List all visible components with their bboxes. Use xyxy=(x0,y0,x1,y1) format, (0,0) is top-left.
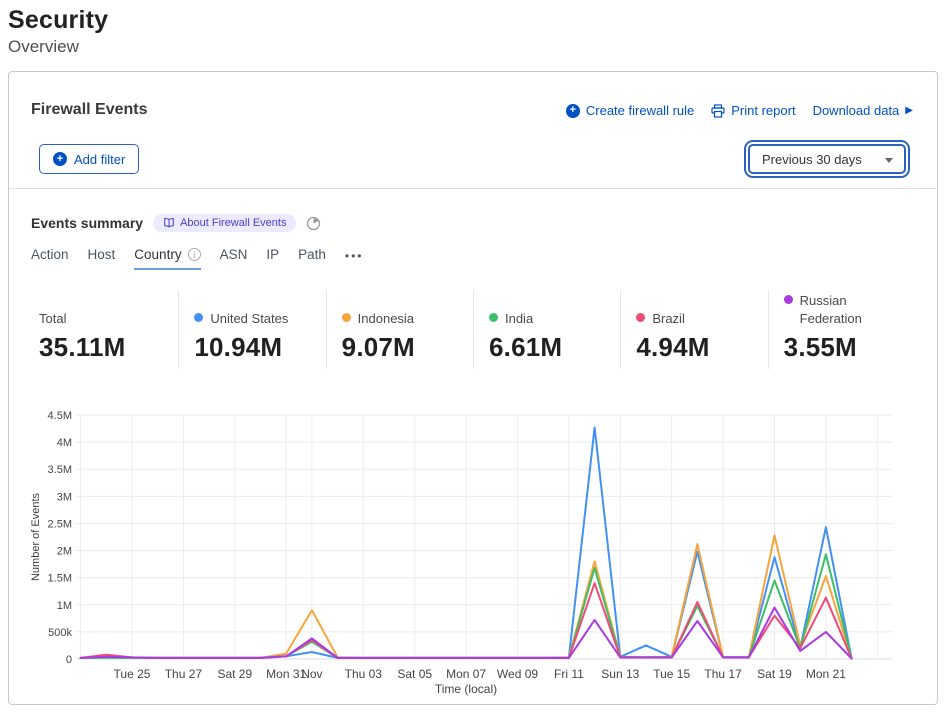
x-tick-label: Sat 19 xyxy=(757,667,792,681)
y-tick-label: 1M xyxy=(57,600,72,612)
events-summary-title: Events summary xyxy=(31,215,143,231)
page-title: Security xyxy=(8,6,942,35)
series-dot xyxy=(636,313,645,322)
stat-label: Indonesia xyxy=(358,310,414,328)
y-tick-label: 2.5M xyxy=(48,519,72,531)
stat-brazil: Brazil 4.94M xyxy=(620,290,767,369)
x-tick-label: Tue 15 xyxy=(653,667,690,681)
y-tick-label: 3M xyxy=(57,491,72,503)
stat-label: India xyxy=(505,310,533,328)
y-tick-label: 500k xyxy=(48,627,72,639)
series-dot xyxy=(194,313,203,322)
stat-value: 4.94M xyxy=(636,332,759,363)
tabs-overflow-button[interactable]: ••• xyxy=(345,249,364,269)
tab-asn[interactable]: ASN xyxy=(220,247,248,270)
add-filter-button[interactable]: + Add filter xyxy=(39,144,139,174)
stat-russian-federation: Russian Federation 3.55M xyxy=(768,290,915,369)
download-data-label: Download data xyxy=(813,103,900,118)
x-tick-label: Sat 05 xyxy=(397,667,432,681)
create-firewall-rule-label: Create firewall rule xyxy=(586,103,694,118)
stats-row: Total 35.11M United States 10.94M Indone… xyxy=(31,290,915,369)
stat-label: Brazil xyxy=(652,310,685,328)
y-tick-label: 1.5M xyxy=(48,573,72,585)
plus-circle-icon: + xyxy=(53,152,67,166)
printer-icon xyxy=(711,104,725,118)
page-subtitle: Overview xyxy=(8,37,942,57)
stat-value: 9.07M xyxy=(342,332,465,363)
x-tick-label: Mon 21 xyxy=(806,667,846,681)
x-tick-label: Tue 25 xyxy=(114,667,151,681)
create-firewall-rule-link[interactable]: + Create firewall rule xyxy=(566,103,694,118)
panel-title: Firewall Events xyxy=(31,101,148,119)
about-firewall-events-badge[interactable]: About Firewall Events xyxy=(153,214,296,232)
time-range-value: Previous 30 days xyxy=(762,152,862,167)
tab-ip[interactable]: IP xyxy=(266,247,279,270)
badge-label: About Firewall Events xyxy=(180,217,286,229)
tab-country-label: Country xyxy=(134,247,181,262)
events-summary-tabs: Action Host Country i ASN IP Path ••• xyxy=(9,232,937,270)
stat-india: India 6.61M xyxy=(473,290,620,369)
plus-circle-icon: + xyxy=(566,104,580,118)
series-dot xyxy=(342,313,351,322)
x-tick-label: Thu 27 xyxy=(165,667,203,681)
download-data-link[interactable]: Download data ▶ xyxy=(813,103,913,118)
x-tick-label: Mon 07 xyxy=(446,667,486,681)
info-icon[interactable]: i xyxy=(188,248,201,261)
events-chart-container: 0 500k 1M 1.5M 2M 2.5M 3M 3.5M 4M 4.5M Tue 25 Thu … xyxy=(12,395,937,697)
expand-arrow-icon: ▶ xyxy=(905,105,913,116)
y-tick-label: 0 xyxy=(66,654,72,666)
time-range-dropdown[interactable]: Previous 30 days xyxy=(748,144,906,174)
page-header: Security Overview xyxy=(0,0,950,57)
x-tick-label: Thu 17 xyxy=(704,667,742,681)
add-filter-label: Add filter xyxy=(74,152,125,167)
tab-path[interactable]: Path xyxy=(298,247,326,270)
y-tick-label: 4.5M xyxy=(48,410,72,422)
x-tick-label: Sun 13 xyxy=(601,667,639,681)
x-axis-tick-labels: Tue 25Thu 27Sat 29Mon 31NovThu 03Sat 05M… xyxy=(114,667,847,681)
y-tick-label: 3.5M xyxy=(48,464,72,476)
panel-actions: + Create firewall rule Print report Down… xyxy=(566,103,913,118)
stat-value: 6.61M xyxy=(489,332,612,363)
stat-label: Russian Federation xyxy=(800,292,907,327)
stat-total: Total 35.11M xyxy=(31,290,178,369)
print-report-label: Print report xyxy=(731,103,795,118)
series-dot xyxy=(489,313,498,322)
x-axis-title: Time (local) xyxy=(435,682,497,696)
firewall-events-panel: Firewall Events + Create firewall rule P… xyxy=(8,71,938,705)
stat-label: United States xyxy=(210,310,288,328)
events-line-chart: 0 500k 1M 1.5M 2M 2.5M 3M 3.5M 4M 4.5M Tue 25 Thu … xyxy=(12,395,902,697)
print-report-link[interactable]: Print report xyxy=(711,103,795,118)
y-tick-label: 2M xyxy=(57,546,72,558)
x-tick-label: Fri 11 xyxy=(554,667,584,681)
chevron-down-icon xyxy=(885,158,893,163)
stat-value: 35.11M xyxy=(39,332,170,363)
tab-action[interactable]: Action xyxy=(31,247,69,270)
stat-value: 10.94M xyxy=(194,332,317,363)
x-tick-label: Thu 03 xyxy=(345,667,383,681)
y-axis-tick-labels: 0 500k 1M 1.5M 2M 2.5M 3M 3.5M 4M 4.5M xyxy=(48,410,73,666)
x-tick-label: Sat 29 xyxy=(217,667,252,681)
series-dot xyxy=(784,295,793,304)
tab-country[interactable]: Country i xyxy=(134,247,200,270)
y-axis-title: Number of Events xyxy=(30,493,42,582)
stat-united-states: United States 10.94M xyxy=(178,290,325,369)
stat-value: 3.55M xyxy=(784,332,907,363)
y-tick-label: 4M xyxy=(57,437,72,449)
x-tick-label: Nov xyxy=(301,667,322,681)
x-tick-label: Wed 09 xyxy=(497,667,538,681)
tab-host[interactable]: Host xyxy=(88,247,116,270)
stat-indonesia: Indonesia 9.07M xyxy=(326,290,473,369)
history-clock-icon[interactable] xyxy=(306,216,321,231)
stat-label: Total xyxy=(39,310,66,328)
book-icon xyxy=(163,217,175,229)
